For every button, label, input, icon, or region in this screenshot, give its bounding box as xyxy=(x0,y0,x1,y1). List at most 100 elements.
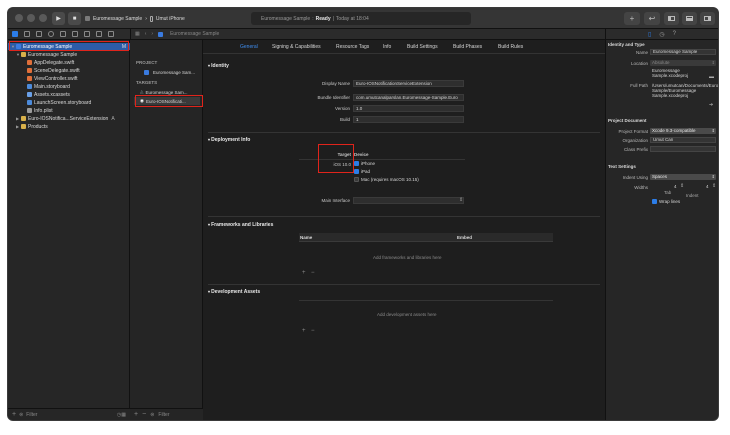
plus-icon: + xyxy=(629,14,635,23)
stepper-icon[interactable]: ⇕ xyxy=(680,183,684,189)
organization-field[interactable]: Umut Can xyxy=(650,137,716,143)
close-window-button[interactable] xyxy=(15,14,23,22)
location-popup[interactable]: Absolute xyxy=(650,60,716,66)
column-name[interactable]: Name xyxy=(300,235,312,240)
navigator-selector-bar xyxy=(8,29,130,40)
build-field[interactable]: 1 xyxy=(353,116,464,123)
class-prefix-field[interactable] xyxy=(650,146,716,152)
column-embed[interactable]: Embed xyxy=(457,235,472,240)
combo-arrow-icon[interactable]: ⇕ xyxy=(459,197,463,203)
tab-resource-tags[interactable]: Resource Tags xyxy=(336,44,369,50)
library-button[interactable]: + xyxy=(624,12,640,25)
device-checkbox-mac[interactable]: Mac (requires macOS 10.15) xyxy=(354,177,419,182)
destination-name: Umut iPhone xyxy=(155,15,185,22)
navigator-filter-input[interactable]: Filter xyxy=(26,412,37,418)
remove-framework-button[interactable]: − xyxy=(311,270,315,276)
stop-button[interactable]: ■ xyxy=(68,12,81,25)
quick-help-icon[interactable]: ? xyxy=(673,31,676,37)
file-inspector-icon[interactable]: ▯ xyxy=(648,31,651,38)
tree-item-project[interactable]: ▼ Euromessage Sample M xyxy=(8,43,130,50)
add-target-button[interactable]: + xyxy=(134,411,138,418)
add-file-button[interactable]: + xyxy=(12,411,16,418)
related-items-icon[interactable]: ▦ xyxy=(135,31,140,37)
tree-item-group[interactable]: ▶ Euro-IOSNotifica...ServiceExtension A xyxy=(8,115,130,122)
tab-info[interactable]: Info xyxy=(383,44,391,50)
zoom-window-button[interactable] xyxy=(39,14,47,22)
report-icon[interactable] xyxy=(108,31,114,37)
project-format-popup[interactable]: Xcode 9.3-compatible xyxy=(650,128,716,134)
toggle-navigator-button[interactable] xyxy=(664,12,679,25)
identity-section-title[interactable]: Identity xyxy=(208,63,229,69)
asset-catalog-icon xyxy=(27,92,32,97)
toggle-debug-button[interactable] xyxy=(682,12,697,25)
minimize-window-button[interactable] xyxy=(27,14,35,22)
search-icon[interactable] xyxy=(48,31,54,37)
indent-using-popup[interactable]: Spaces xyxy=(650,174,716,180)
display-name-field[interactable]: Euro-IOSNotificationServiceExtension xyxy=(353,80,464,87)
toggle-inspector-button[interactable] xyxy=(700,12,715,25)
scheme-selector[interactable]: Euromessage Sample › Umut iPhone xyxy=(85,12,185,25)
tree-item-file[interactable]: LaunchScreen.storyboard xyxy=(8,99,130,106)
back-icon[interactable]: ‹ xyxy=(145,31,147,37)
frameworks-table-header: Name Embed xyxy=(299,233,553,242)
tree-item-file[interactable]: Info.plist xyxy=(8,107,130,114)
tab-width-value[interactable]: 4 xyxy=(674,184,677,189)
code-review-button[interactable]: ↩ xyxy=(644,12,660,25)
return-arrow-icon: ↩ xyxy=(648,14,656,23)
folder-icon xyxy=(21,116,26,121)
forward-icon[interactable]: › xyxy=(151,31,153,37)
folder-icon[interactable] xyxy=(12,31,18,37)
deployment-target-value[interactable]: iOS 10.0 xyxy=(303,162,351,167)
add-framework-button[interactable]: + xyxy=(302,270,306,276)
symbol-icon[interactable] xyxy=(36,31,42,37)
tab-build-phases[interactable]: Build Phases xyxy=(453,44,482,50)
add-asset-button[interactable]: + xyxy=(302,328,306,334)
recent-files-icon[interactable]: ◷▦ xyxy=(117,412,126,418)
device-checkbox-ipad[interactable]: iPad xyxy=(354,169,370,174)
tab-general[interactable]: General xyxy=(240,44,258,50)
source-control-icon[interactable] xyxy=(24,31,30,37)
debug-icon[interactable] xyxy=(84,31,90,37)
remove-asset-button[interactable]: − xyxy=(311,328,315,334)
run-button[interactable]: ▶ xyxy=(52,12,65,25)
name-field[interactable]: Euromessage Sample xyxy=(650,49,716,55)
test-icon[interactable] xyxy=(72,31,78,37)
device-checkbox-iphone[interactable]: iPhone xyxy=(354,161,375,166)
remove-target-button[interactable]: − xyxy=(142,411,146,418)
history-icon[interactable]: ◷ xyxy=(659,31,664,38)
reveal-arrow-icon[interactable]: ➔ xyxy=(709,102,713,108)
location-label: Location xyxy=(630,61,648,66)
dev-assets-section-title[interactable]: Development Assets xyxy=(208,289,260,295)
targets-filter-input[interactable]: Filter xyxy=(158,412,169,418)
tab-build-settings[interactable]: Build Settings xyxy=(407,44,438,50)
tree-item-file[interactable]: ViewController.swift xyxy=(8,75,130,82)
tab-signing[interactable]: Signing & Capabilities xyxy=(272,44,321,50)
class-prefix-label: Class Prefix xyxy=(623,147,648,152)
indent-width-value[interactable]: 4 xyxy=(706,184,709,189)
breakpoint-icon[interactable] xyxy=(96,31,102,37)
main-interface-combo[interactable] xyxy=(353,197,464,204)
bundle-id-field[interactable]: com.umutcanalparslan.Euromessage-Sample.… xyxy=(353,94,464,101)
target-list-item-selected[interactable]: ◉ Euro-IOSNotificati... xyxy=(134,97,200,105)
tree-item-group[interactable]: ▼ Euromessage Sample xyxy=(8,51,130,58)
version-field[interactable]: 1.0 xyxy=(353,105,464,112)
device-column-label: Device xyxy=(354,152,369,157)
jump-bar: ▦ ‹ › Euromessage Sample xyxy=(130,29,605,40)
tree-item-file[interactable]: AppDelegate.swift xyxy=(8,59,130,66)
build-label: Build xyxy=(339,117,350,122)
tree-item-group[interactable]: ▶ Products xyxy=(8,123,130,130)
folder-icon[interactable]: ▬ xyxy=(709,74,714,80)
tree-item-file[interactable]: Main.storyboard xyxy=(8,83,130,90)
tab-build-rules[interactable]: Build Rules xyxy=(498,44,523,50)
project-list-item[interactable]: Euromessage Sam... xyxy=(134,68,200,76)
tree-item-file[interactable]: SceneDelegate.swift xyxy=(8,67,130,74)
warning-icon[interactable] xyxy=(60,31,66,37)
stepper-icon[interactable]: ⇕ xyxy=(712,183,716,189)
deployment-section-title[interactable]: Deployment Info xyxy=(208,137,250,143)
frameworks-section-title[interactable]: Frameworks and Libraries xyxy=(208,222,273,228)
tree-item-file[interactable]: Assets.xcassets xyxy=(8,91,130,98)
target-list-item[interactable]: ◬ Euromessage Sam... xyxy=(134,88,200,96)
breadcrumb-project[interactable]: Euromessage Sample xyxy=(170,31,219,37)
project-targets-list: PROJECT Euromessage Sam... TARGETS ◬ Eur… xyxy=(130,40,203,408)
wrap-lines-checkbox[interactable]: Wrap lines xyxy=(652,199,680,204)
